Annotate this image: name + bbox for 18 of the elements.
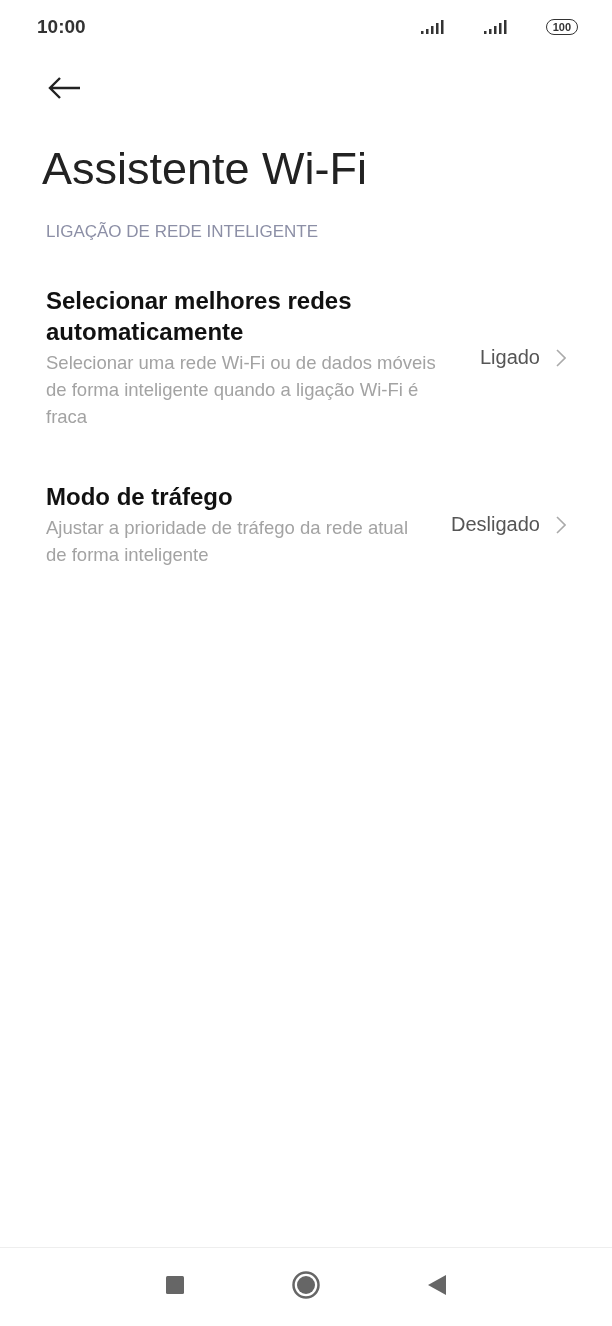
home-icon[interactable] (291, 1270, 321, 1300)
section-header: LIGAÇÃO DE REDE INTELIGENTE (46, 222, 320, 242)
setting-row[interactable]: Modo de tráfego Ajustar a prioridade de tráfego da rede atual de forma inteligente Desligado (46, 481, 612, 568)
setting-description: Ajustar a prioridade de tráfego da rede atual de forma inteligente (46, 516, 409, 567)
setting-title: Selecionar melhores redes automaticamente (46, 286, 353, 347)
setting-value: Ligado (479, 346, 540, 369)
signal-icon (482, 19, 507, 35)
signal-icon (419, 19, 444, 35)
chevron-icon (556, 348, 566, 367)
back-icon[interactable] (48, 76, 82, 100)
setting-row[interactable]: Selecionar melhores redes automaticamente Selecionar uma rede Wi-Fi ou de dados móveis de forma inteligente quando a ligação Wi-Fi é fraca Ligado (46, 285, 612, 430)
recents-icon[interactable] (165, 1275, 185, 1295)
setting-value: Desligado (451, 513, 540, 536)
setting-description: Selecionar uma rede Wi-Fi ou de dados móveis de forma inteligente quando a ligação Wi-Fi é fraca (46, 351, 437, 429)
chevron-icon (556, 515, 566, 534)
setting-title: Modo de tráfego (46, 482, 234, 512)
page-title: Assistente Wi-Fi (42, 142, 369, 196)
status-time: 10:00 (37, 16, 86, 38)
